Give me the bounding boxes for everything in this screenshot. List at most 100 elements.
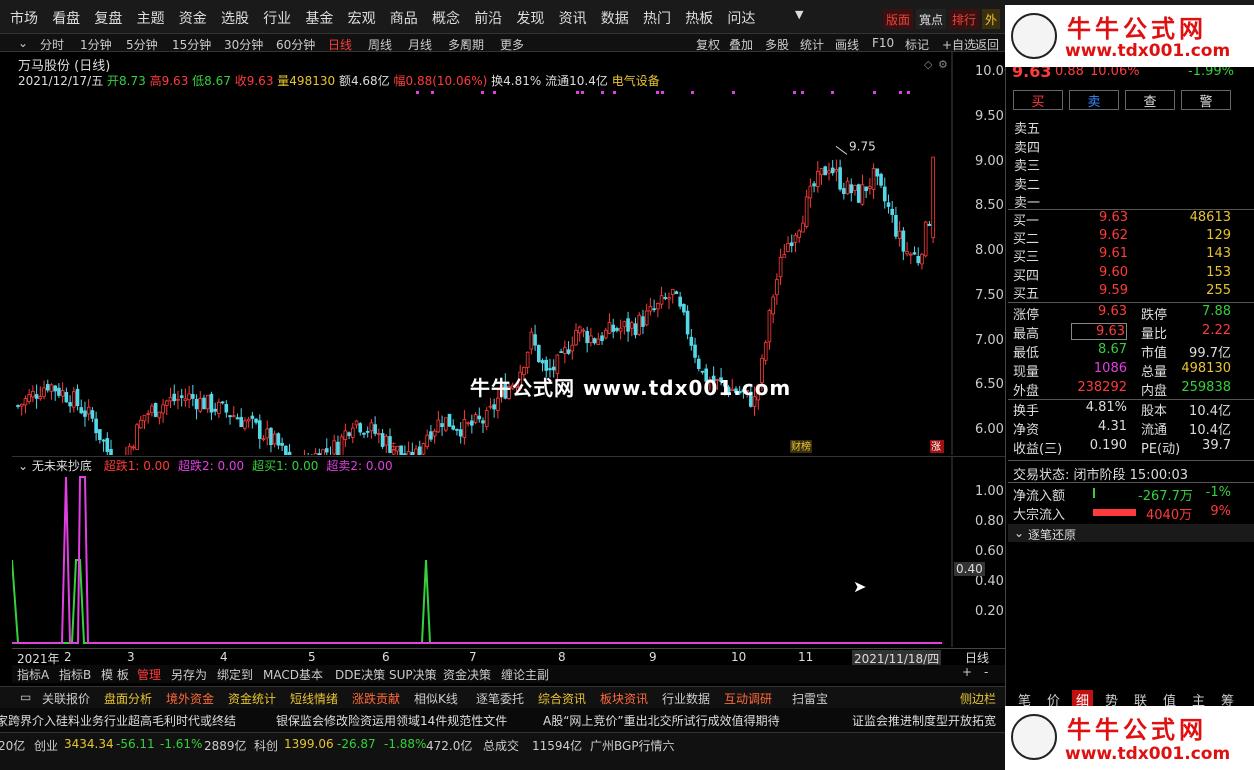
tool-button[interactable]: 标记 — [905, 36, 929, 53]
period-tab[interactable]: 周线 — [368, 36, 392, 53]
bottom-tab[interactable]: 行业数据 — [662, 690, 710, 707]
tool-button[interactable]: 画线 — [835, 36, 859, 53]
tool-button[interactable]: +自选 — [942, 36, 976, 53]
period-tab[interactable]: 月线 — [408, 36, 432, 53]
indicator-tab[interactable]: MACD基本 — [263, 666, 323, 683]
bottom-tab[interactable]: 扫雷宝 — [792, 690, 828, 707]
menu-item[interactable]: 资金 — [179, 8, 207, 28]
bottom-tab[interactable]: 侧边栏 — [960, 690, 996, 707]
indicator-tab[interactable]: 绑定到 — [217, 666, 253, 683]
menu-item[interactable]: 商品 — [390, 8, 418, 28]
tool-button[interactable]: 复权 — [696, 36, 720, 53]
news-headline[interactable]: A股“网上竞价”重出北交所试行成效值得期待 — [543, 712, 780, 729]
indicator-tab[interactable]: 指标B — [59, 666, 91, 683]
bottom-tab[interactable]: 盘面分析 — [104, 690, 152, 707]
indicator-tab[interactable]: 管理 — [137, 666, 161, 683]
top-right-tab[interactable]: 寬点 — [916, 9, 947, 29]
stat-value: 7.88 — [1202, 304, 1231, 319]
bottom-tab[interactable]: 逐笔委托 — [476, 690, 524, 707]
trade-button[interactable]: 查 — [1125, 90, 1175, 110]
bottom-tab[interactable]: 境外资金 — [166, 690, 214, 707]
menu-item[interactable]: 选股 — [221, 8, 249, 28]
menu-item[interactable]: 行业 — [263, 8, 291, 28]
menu-item[interactable]: 资讯 — [559, 8, 587, 28]
menu-item[interactable]: 主题 — [137, 8, 165, 28]
month-label: 10 — [731, 650, 747, 664]
menu-item[interactable]: 复盘 — [94, 8, 122, 28]
menu-item[interactable]: 数据 — [601, 8, 629, 28]
trade-button[interactable]: 买 — [1013, 90, 1063, 110]
buy-level-row: 买四 9.60 153 — [1013, 264, 1235, 284]
indicator-tab[interactable]: 缠论主副 — [501, 666, 549, 683]
panel-icon[interactable]: ▭ — [20, 690, 31, 704]
period-tab[interactable]: 60分钟 — [276, 36, 315, 53]
tool-button[interactable]: F10 — [872, 36, 894, 50]
bottom-tab[interactable]: 综合资讯 — [538, 690, 586, 707]
indicator-tab[interactable]: SUP决策 — [389, 666, 437, 683]
menu-item[interactable]: 热板 — [685, 8, 713, 28]
menu-item[interactable]: 概念 — [432, 8, 460, 28]
indicator-name[interactable]: 无未来抄底 — [32, 459, 92, 473]
tool-button[interactable]: 统计 — [800, 36, 824, 53]
indicator-tab[interactable]: DDE决策 — [335, 666, 385, 683]
bottom-tab[interactable]: 板块资讯 — [600, 690, 648, 707]
period-tab[interactable]: 15分钟 — [172, 36, 211, 53]
menu-item[interactable]: 宏观 — [348, 8, 376, 28]
minus-icon[interactable]: - — [984, 665, 988, 679]
dropdown-icon[interactable]: ▼ — [795, 8, 803, 21]
period-tab[interactable]: 5分钟 — [126, 36, 158, 53]
menu-item[interactable]: 热门 — [643, 8, 671, 28]
menu-item[interactable]: 前沿 — [474, 8, 502, 28]
indicator-tab[interactable]: 另存为 — [171, 666, 207, 683]
chevron-down-icon[interactable]: ⌄ — [18, 459, 28, 473]
trade-button[interactable]: 卖 — [1069, 90, 1119, 110]
period-tab[interactable]: 分时 — [40, 36, 64, 53]
period-tag[interactable]: 日线 — [965, 649, 989, 666]
bottom-tab[interactable]: 资金统计 — [228, 690, 276, 707]
candle — [767, 308, 772, 350]
diamond-icon[interactable]: ◇ — [924, 58, 933, 71]
bottom-tab[interactable]: 互动调研 — [724, 690, 772, 707]
bottom-tab[interactable]: 相似K线 — [414, 690, 458, 707]
tool-button[interactable]: 返回 — [975, 36, 999, 53]
tool-button[interactable]: 叠加 — [729, 36, 753, 53]
menu-item[interactable]: 市场 — [10, 8, 38, 28]
top-right-tab[interactable]: 排行 — [949, 9, 980, 29]
menu-item[interactable]: 基金 — [305, 8, 333, 28]
menu-item[interactable]: 发现 — [516, 8, 544, 28]
top-right-tab[interactable]: 版面 — [883, 9, 914, 29]
stat-key: 市值 — [1141, 346, 1168, 361]
period-tab[interactable]: 更多 — [500, 36, 524, 53]
bottom-tab[interactable]: 涨跌贡献 — [352, 690, 400, 707]
indicator-tab[interactable]: 指标A — [17, 666, 49, 683]
candle — [42, 380, 46, 400]
candle — [362, 432, 366, 439]
period-tab[interactable]: 1分钟 — [80, 36, 112, 53]
menu-item[interactable]: 问达 — [727, 8, 755, 28]
news-headline[interactable]: 银保监会修改险资运用领域14件规范性文件 — [276, 712, 507, 729]
bottom-tab[interactable]: 短线情绪 — [290, 690, 338, 707]
gear-icon[interactable]: ⚙ — [938, 58, 948, 71]
plus-icon[interactable]: + — [962, 665, 972, 679]
tool-button[interactable]: 多股 — [765, 36, 789, 53]
candle — [373, 416, 377, 437]
candle — [350, 422, 355, 444]
candle — [801, 215, 805, 233]
bottom-tab[interactable]: 关联报价 — [42, 690, 90, 707]
news-headline[interactable]: 证监会推进制度型开放拓宽 — [852, 712, 996, 729]
news-headline[interactable]: 家跨界介入硅料业务行业超高毛利时代或终结 — [0, 712, 236, 729]
trade-button[interactable]: 警 — [1181, 90, 1231, 110]
candle — [27, 389, 31, 405]
stat-value: 10.4亿 — [1189, 423, 1231, 438]
menu-item[interactable]: 看盘 — [52, 8, 80, 28]
indicator-panel[interactable] — [12, 456, 1005, 647]
period-tab[interactable]: 日线 — [328, 36, 352, 53]
chevron-down-icon[interactable]: ⌄ — [18, 36, 28, 50]
tick-restore-bar[interactable]: ⌄ 逐笔还原 — [1008, 524, 1254, 542]
period-tab[interactable]: 30分钟 — [224, 36, 263, 53]
chevron-right-icon[interactable]: › — [462, 36, 467, 50]
indicator-tab[interactable]: 资金决策 — [443, 666, 491, 683]
top-right-tab[interactable]: 外 — [982, 9, 1001, 29]
indicator-tab[interactable]: 模 板 — [101, 666, 129, 683]
buy-volume: 153 — [1206, 264, 1231, 280]
